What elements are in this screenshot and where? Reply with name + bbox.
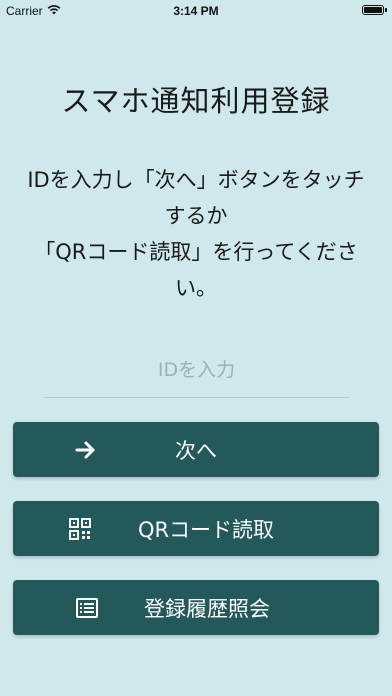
instructions-line: 「QRコード読取」を行ってくださ xyxy=(34,240,358,264)
battery-fill xyxy=(364,7,382,13)
list-icon xyxy=(75,596,99,620)
registration-history-button[interactable]: 登録履歴照会 xyxy=(13,580,379,635)
instructions-line: するか xyxy=(164,204,228,228)
next-button-label: 次へ xyxy=(175,438,217,463)
instructions-text: IDを入力し「次へ」ボタンをタッチ するか 「QRコード読取」を行ってくださ い… xyxy=(0,162,392,306)
arrow-right-icon xyxy=(74,438,98,462)
id-input[interactable] xyxy=(44,350,349,390)
status-time: 3:14 PM xyxy=(173,4,219,18)
qr-code-icon xyxy=(68,517,92,541)
battery-icon xyxy=(362,5,387,15)
qr-scan-button-label: QRコード読取 xyxy=(137,517,275,542)
registration-history-button-label: 登録履歴照会 xyxy=(144,596,270,621)
instructions-line: IDを入力し「次へ」ボタンをタッチ xyxy=(27,168,365,192)
id-input-container xyxy=(44,350,349,398)
qr-scan-button[interactable]: QRコード読取 xyxy=(13,501,379,556)
next-button[interactable]: 次へ xyxy=(13,422,379,477)
instructions-line: い。 xyxy=(175,276,217,300)
status-bar: Carrier 3:14 PM xyxy=(0,0,392,22)
page-title: スマホ通知利用登録 xyxy=(61,84,331,118)
